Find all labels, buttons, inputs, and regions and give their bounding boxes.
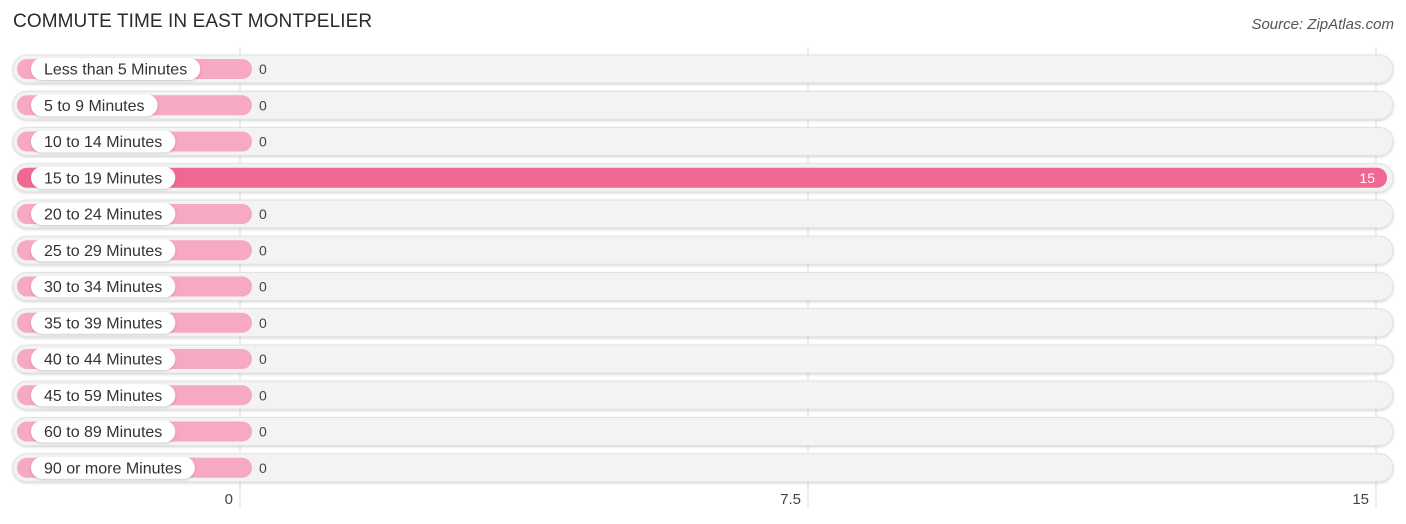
bar-chart: Less than 5 Minutes 05 to 9 Minutes 010 to… (12, 47, 1394, 508)
category-label: 5 to 9 Minutes (44, 98, 145, 115)
value-label: 0 (259, 97, 267, 113)
bar-row: 20 to 24 Minutes 0 (12, 199, 1394, 229)
bar-row: 40 to 44 Minutes 0 (12, 344, 1394, 374)
category-label: 15 to 19 Minutes (44, 170, 162, 187)
x-tick-label: 0 (225, 491, 233, 508)
value-label: 0 (259, 460, 267, 476)
bar-row: 30 to 34 Minutes 0 (12, 272, 1394, 301)
bar-row: 15 to 19 Minutes 15 (12, 163, 1394, 193)
x-tick-label: 15 (1352, 491, 1369, 508)
category-label: 10 to 14 Minutes (44, 134, 162, 151)
value-label: 0 (259, 424, 267, 440)
category-label: 35 to 39 Minutes (44, 315, 162, 332)
category-label: 40 to 44 Minutes (44, 352, 162, 369)
bar (17, 167, 1387, 188)
value-label: 0 (259, 351, 267, 367)
bar-row: Less than 5 Minutes 0 (12, 54, 1394, 84)
value-label: 0 (259, 242, 267, 258)
value-label: 0 (259, 387, 267, 403)
value-label: 15 (1359, 170, 1375, 186)
bar-row: 5 to 9 Minutes 0 (12, 90, 1394, 120)
value-label: 0 (259, 61, 267, 77)
bar-row: 10 to 14 Minutes 0 (12, 127, 1394, 156)
bar-row: 90 or more Minutes 0 (12, 453, 1394, 483)
bar-row: 60 to 89 Minutes 0 (12, 417, 1394, 446)
value-label: 0 (259, 279, 267, 295)
value-label: 0 (259, 134, 267, 150)
category-label: 20 to 24 Minutes (44, 207, 162, 224)
category-label: 30 to 34 Minutes (44, 279, 162, 296)
category-label: Less than 5 Minutes (44, 62, 187, 79)
value-label: 0 (259, 206, 267, 222)
category-label: 25 to 29 Minutes (44, 243, 162, 260)
bar-row: 35 to 39 Minutes 0 (12, 308, 1394, 338)
bar-row: 45 to 59 Minutes 0 (12, 380, 1394, 410)
x-tick-label: 7.5 (780, 491, 801, 508)
bar-rows: Less than 5 Minutes 05 to 9 Minutes 010 to… (12, 54, 1394, 483)
value-label: 0 (259, 315, 267, 331)
bar-row: 25 to 29 Minutes 0 (12, 235, 1394, 265)
category-label: 60 to 89 Minutes (44, 424, 162, 441)
category-label: 45 to 59 Minutes (44, 388, 162, 405)
x-axis-ticks: 0 7.5 15 (225, 491, 1369, 508)
category-label: 90 or more Minutes (44, 460, 182, 477)
